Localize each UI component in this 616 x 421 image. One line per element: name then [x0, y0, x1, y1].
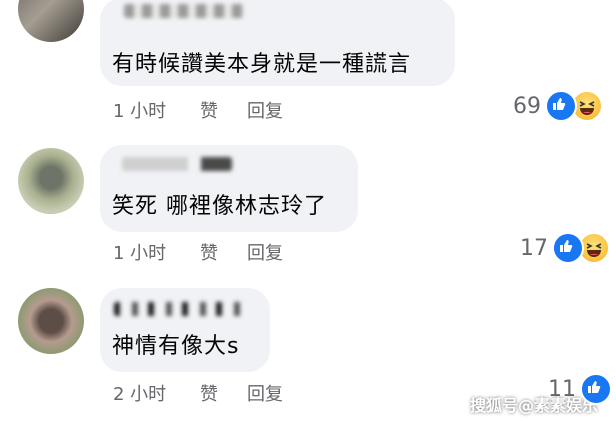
like-icon: [545, 90, 577, 122]
like-link[interactable]: 赞: [200, 239, 218, 265]
avatar[interactable]: [18, 0, 84, 42]
comment-bubble: 有時候讚美本身就是一種謊言: [100, 0, 455, 86]
reaction-summary[interactable]: 69: [513, 90, 603, 122]
like-icon: [580, 373, 612, 405]
comment-text: 神情有像大s: [112, 334, 240, 359]
comment-meta: 1 小时 赞 回复: [113, 97, 313, 123]
comment-time: 2 小时: [113, 384, 167, 405]
avatar[interactable]: [18, 288, 84, 354]
reply-link[interactable]: 回复: [247, 380, 283, 406]
comment-bubble: 笑死 哪裡像林志玲了: [100, 145, 358, 232]
blurred-author-name[interactable]: [124, 4, 244, 18]
like-link[interactable]: 赞: [200, 97, 218, 123]
reaction-count: 17: [520, 235, 548, 261]
reaction-summary[interactable]: 17: [520, 232, 610, 264]
like-icon: [552, 232, 584, 264]
reply-link[interactable]: 回复: [247, 239, 283, 265]
comment-text: 笑死 哪裡像林志玲了: [112, 194, 327, 219]
watermark: 搜狐号@素素娱乐: [470, 396, 599, 415]
reaction-count: 69: [513, 93, 541, 119]
comment-time: 1 小时: [113, 243, 167, 264]
avatar[interactable]: [18, 148, 84, 214]
comment-meta: 2 小时 赞 回复: [113, 380, 313, 406]
blurred-author-name[interactable]: [122, 157, 232, 171]
comment-meta: 1 小时 赞 回复: [113, 239, 313, 265]
comment-text: 有時候讚美本身就是一種謊言: [112, 52, 412, 77]
blurred-author-name[interactable]: [114, 302, 249, 316]
like-link[interactable]: 赞: [200, 380, 218, 406]
comment-time: 1 小时: [113, 101, 167, 122]
comment-bubble: 神情有像大s: [100, 288, 270, 372]
reply-link[interactable]: 回复: [247, 97, 283, 123]
